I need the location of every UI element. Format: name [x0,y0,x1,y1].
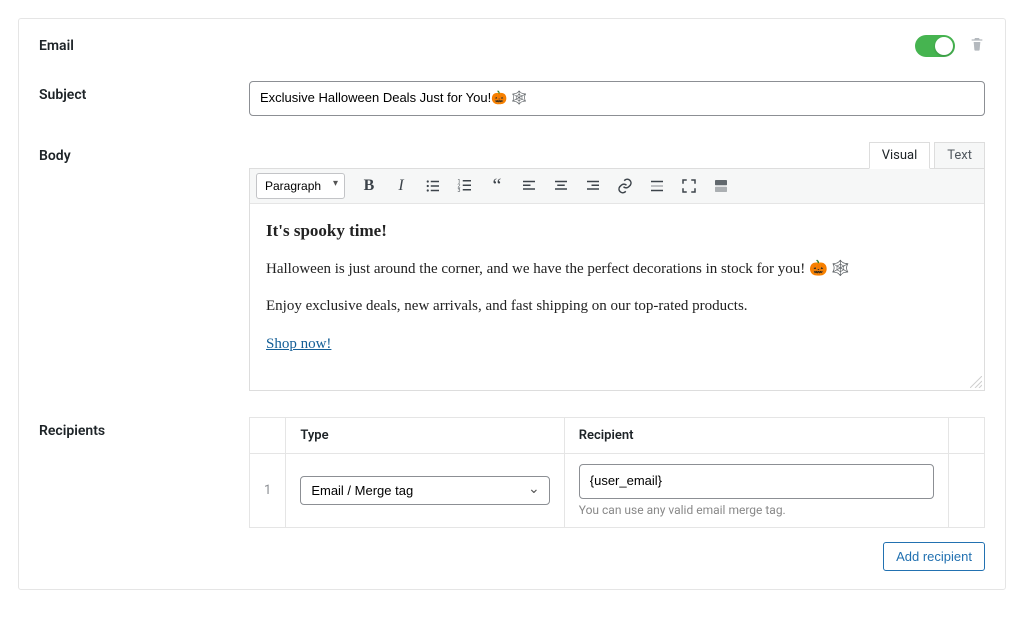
col-actions [949,417,985,453]
panel-actions [915,35,985,57]
toggle-knob [935,37,953,55]
svg-text:3: 3 [458,188,461,194]
col-type: Type [286,417,564,453]
body-heading: It's spooky time! [266,218,968,244]
subject-label: Subject [39,81,249,103]
editor: Visual Text Paragraph B I 123 [249,142,985,391]
body-paragraph-1: Halloween is just around the corner, and… [266,258,968,281]
panel-header: Email [39,35,985,57]
recipients-row: Recipients Type Recipient 1 [39,417,985,571]
editor-tabs: Visual Text [249,142,985,169]
subject-input[interactable] [249,81,985,116]
trash-icon[interactable] [969,36,985,56]
editor-box: Paragraph B I 123 “ [249,168,985,391]
table-row: 1 Email / Merge tag You can use any vali… [250,453,985,527]
read-more-icon[interactable] [643,173,671,199]
align-center-icon[interactable] [547,173,575,199]
resize-grip-icon[interactable] [970,376,982,388]
editor-content[interactable]: It's spooky time! Halloween is just arou… [250,204,984,390]
recipients-table: Type Recipient 1 Email / Merge tag [249,417,985,528]
bulleted-list-icon[interactable] [419,173,447,199]
enable-toggle[interactable] [915,35,955,57]
editor-toolbar: Paragraph B I 123 “ [250,169,984,204]
italic-icon[interactable]: I [387,173,415,199]
link-icon[interactable] [611,173,639,199]
toolbar-toggle-icon[interactable] [707,173,735,199]
numbered-list-icon[interactable]: 123 [451,173,479,199]
bold-icon[interactable]: B [355,173,383,199]
body-row: Body Visual Text Paragraph B I [39,142,985,391]
add-recipient-button[interactable]: Add recipient [883,542,985,571]
row-actions [949,453,985,527]
col-index [250,417,286,453]
recipient-helper: You can use any valid email merge tag. [579,503,934,517]
panel-title: Email [39,38,74,54]
subject-row: Subject [39,81,985,116]
align-left-icon[interactable] [515,173,543,199]
recipients-label: Recipients [39,417,249,439]
tab-text[interactable]: Text [934,142,985,169]
row-index: 1 [250,453,286,527]
body-label: Body [39,142,249,164]
fullscreen-icon[interactable] [675,173,703,199]
recipient-type-select[interactable]: Email / Merge tag [300,476,549,505]
col-recipient: Recipient [564,417,948,453]
format-select[interactable]: Paragraph [256,173,345,199]
blockquote-icon[interactable]: “ [483,173,511,199]
align-right-icon[interactable] [579,173,607,199]
body-link[interactable]: Shop now! [266,336,331,352]
tab-visual[interactable]: Visual [869,142,931,169]
recipient-input[interactable] [579,464,934,499]
body-paragraph-2: Enjoy exclusive deals, new arrivals, and… [266,295,968,318]
email-panel: Email Subject Body Visual Text [18,18,1006,590]
